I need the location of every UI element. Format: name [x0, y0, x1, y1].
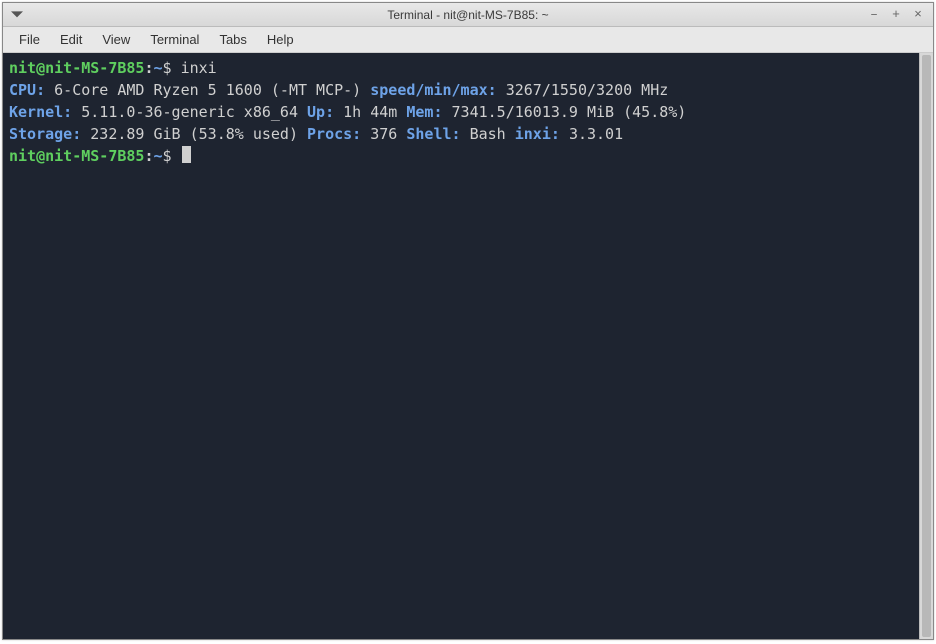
inxi-value: 3.3.01 [569, 125, 623, 143]
app-menu-icon[interactable] [9, 7, 25, 23]
shell-label: Shell: [406, 125, 460, 143]
shell-value: Bash [470, 125, 506, 143]
mem-label: Mem: [406, 103, 442, 121]
procs-value: 376 [370, 125, 397, 143]
terminal-window: Terminal - nit@nit-MS-7B85: ~ – + × File… [2, 2, 934, 640]
up-label: Up: [307, 103, 334, 121]
command-text: inxi [181, 59, 217, 77]
storage-label: Storage: [9, 125, 81, 143]
prompt-user-host: nit@nit-MS-7B85 [9, 59, 144, 77]
inxi-label: inxi: [515, 125, 560, 143]
prompt-user-host-2: nit@nit-MS-7B85 [9, 147, 144, 165]
mem-value: 7341.5/16013.9 MiB (45.8%) [452, 103, 687, 121]
prompt-sep: : [144, 59, 153, 77]
cpu-value: 6-Core AMD Ryzen 5 1600 (-MT MCP-) [54, 81, 361, 99]
scrollbar-thumb[interactable] [922, 55, 931, 637]
menubar: File Edit View Terminal Tabs Help [3, 27, 933, 53]
kernel-value: 5.11.0-36-generic x86_64 [81, 103, 298, 121]
procs-label: Procs: [307, 125, 361, 143]
menu-file[interactable]: File [9, 30, 50, 49]
speed-value: 3267/1550/3200 MHz [506, 81, 669, 99]
kernel-label: Kernel: [9, 103, 72, 121]
terminal-area[interactable]: nit@nit-MS-7B85:~$ inxiCPU: 6-Core AMD R… [3, 53, 933, 639]
minimize-button[interactable]: – [867, 7, 881, 22]
menu-edit[interactable]: Edit [50, 30, 92, 49]
menu-tabs[interactable]: Tabs [209, 30, 256, 49]
prompt-symbol-2: $ [163, 147, 172, 165]
cursor-block [182, 146, 191, 163]
prompt-sep-2: : [144, 147, 153, 165]
speed-label: speed/min/max: [370, 81, 496, 99]
window-title: Terminal - nit@nit-MS-7B85: ~ [387, 8, 548, 22]
prompt-path: ~ [154, 59, 163, 77]
close-button[interactable]: × [911, 7, 925, 22]
menu-help[interactable]: Help [257, 30, 304, 49]
up-value: 1h 44m [343, 103, 397, 121]
window-controls: – + × [867, 7, 933, 22]
prompt-path-2: ~ [154, 147, 163, 165]
scrollbar[interactable] [919, 53, 933, 639]
titlebar[interactable]: Terminal - nit@nit-MS-7B85: ~ – + × [3, 3, 933, 27]
cpu-label: CPU: [9, 81, 45, 99]
terminal-output[interactable]: nit@nit-MS-7B85:~$ inxiCPU: 6-Core AMD R… [3, 53, 919, 639]
maximize-button[interactable]: + [889, 7, 903, 22]
prompt-symbol: $ [163, 59, 172, 77]
menu-terminal[interactable]: Terminal [140, 30, 209, 49]
menu-view[interactable]: View [92, 30, 140, 49]
storage-value: 232.89 GiB (53.8% used) [90, 125, 298, 143]
